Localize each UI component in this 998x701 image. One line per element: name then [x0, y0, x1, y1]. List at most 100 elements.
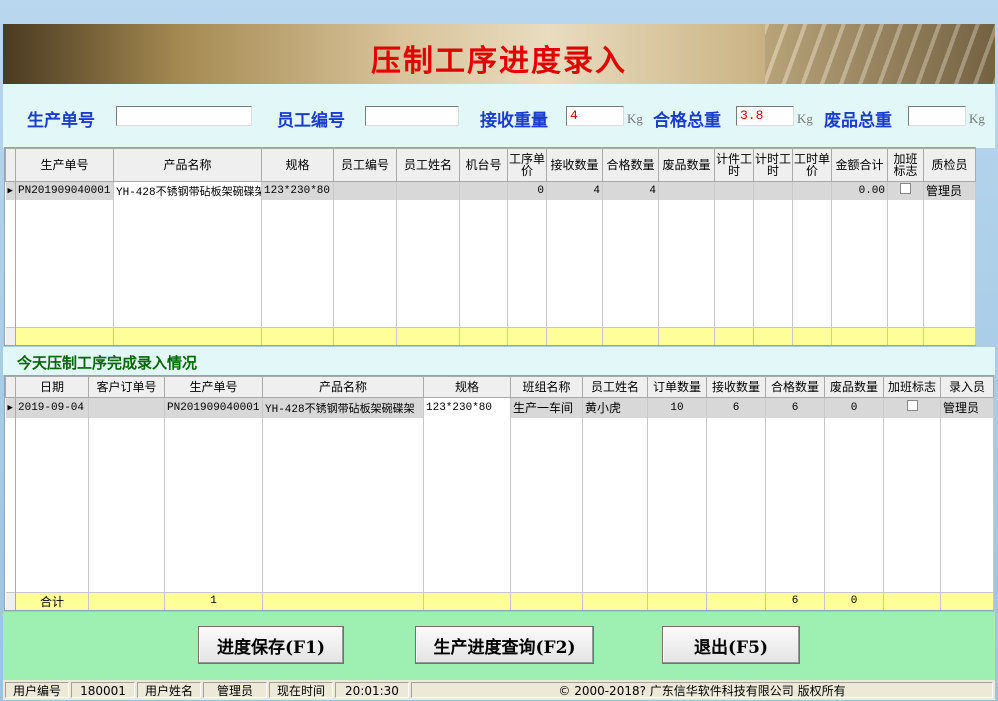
- cell-waste[interactable]: 0: [824, 397, 884, 418]
- col-machine[interactable]: 机台号: [459, 148, 508, 182]
- cell-spec[interactable]: 123*230*80: [423, 397, 511, 418]
- col-piece-hours[interactable]: 计件工时: [714, 148, 754, 182]
- cell-date[interactable]: 2019-09-04: [15, 397, 89, 418]
- corner-header: [5, 376, 16, 398]
- cell-overtime[interactable]: [883, 397, 941, 418]
- cell-overtime[interactable]: [887, 181, 924, 200]
- qualified-weight-input[interactable]: 3.8: [736, 106, 794, 126]
- order-label: 生产单号: [27, 111, 95, 131]
- exit-button[interactable]: 退出(F5): [662, 626, 800, 664]
- progress-entry-grid[interactable]: 生产单号 产品名称 规格 员工编号 员工姓名 机台号 工序单价 接收数量 合格数…: [4, 147, 976, 346]
- qualified-weight-label: 合格总重: [653, 111, 721, 131]
- col-overtime[interactable]: 加班标志: [887, 148, 924, 182]
- waste-weight-input[interactable]: [908, 106, 966, 126]
- cell-piece-hours[interactable]: [714, 181, 754, 200]
- row-pointer-icon: ▶: [5, 181, 16, 200]
- col-qualified[interactable]: 合格数量: [765, 376, 825, 398]
- waste-weight-label: 废品总重: [824, 111, 892, 131]
- col-customer-order[interactable]: 客户订单号: [88, 376, 165, 398]
- cell-product[interactable]: YH-428不锈钢带砧板架碗碟架: [113, 181, 262, 200]
- section-header: 今天压制工序完成录入情况: [3, 347, 995, 375]
- cell-received[interactable]: 4: [546, 181, 603, 200]
- col-overtime[interactable]: 加班标志: [883, 376, 941, 398]
- cell-entered-by[interactable]: 管理员: [940, 397, 994, 418]
- cell-spec[interactable]: 123*230*80: [261, 181, 334, 200]
- copyright: © 2000-2018? 广东信华软件科技有限公司 版权所有: [411, 682, 993, 698]
- col-product[interactable]: 产品名称: [262, 376, 424, 398]
- cell-team[interactable]: 生产一车间: [510, 397, 583, 418]
- corner-header: [5, 148, 16, 182]
- col-emp-name[interactable]: 员工姓名: [582, 376, 648, 398]
- col-order[interactable]: 生产单号: [164, 376, 263, 398]
- total-qualified: 6: [765, 591, 825, 610]
- total-waste: 0: [824, 591, 884, 610]
- entry-form: 生产单号 员工编号 接收重量 4 Kg 合格总重 3.8 Kg 废品总重 Kg: [3, 84, 995, 148]
- cell-order[interactable]: PN201909040001: [164, 397, 263, 418]
- cell-waste[interactable]: [658, 181, 715, 200]
- col-product[interactable]: 产品名称: [113, 148, 262, 182]
- cell-emp-no[interactable]: [333, 181, 397, 200]
- received-weight-unit: Kg: [627, 111, 643, 126]
- col-waste[interactable]: 废品数量: [824, 376, 884, 398]
- title-banner: 压制工序进度录入: [3, 24, 995, 84]
- col-order-qty[interactable]: 订单数量: [647, 376, 707, 398]
- employee-label: 员工编号: [277, 111, 345, 131]
- received-weight-label: 接收重量: [480, 111, 548, 131]
- cell-hour-price[interactable]: [792, 181, 832, 200]
- user-no-label: 用户编号: [5, 682, 69, 698]
- cell-amount[interactable]: 0.00: [831, 181, 888, 200]
- col-waste[interactable]: 废品数量: [658, 148, 715, 182]
- col-emp-no[interactable]: 员工编号: [333, 148, 397, 182]
- today-completed-grid[interactable]: 日期 客户订单号 生产单号 产品名称 规格 班组名称 员工姓名 订单数量 接收数…: [4, 375, 994, 611]
- col-team[interactable]: 班组名称: [510, 376, 583, 398]
- cell-product[interactable]: YH-428不锈钢带砧板架碗碟架: [262, 397, 424, 418]
- col-spec[interactable]: 规格: [423, 376, 511, 398]
- grid1-total-row: [5, 326, 976, 345]
- order-input[interactable]: [116, 106, 252, 126]
- col-date[interactable]: 日期: [15, 376, 89, 398]
- col-qualified[interactable]: 合格数量: [602, 148, 659, 182]
- col-received[interactable]: 接收数量: [546, 148, 603, 182]
- qualified-weight-unit: Kg: [797, 111, 813, 126]
- col-hour-price[interactable]: 工时单价: [792, 148, 832, 182]
- col-entered-by[interactable]: 录入员: [940, 376, 994, 398]
- cell-qualified[interactable]: 6: [765, 397, 825, 418]
- status-bar: 用户编号 180001 用户姓名 管理员 现在时间 20:01:30 © 200…: [3, 680, 995, 700]
- row-pointer-icon: ▶: [5, 397, 16, 418]
- cell-emp-name[interactable]: [396, 181, 460, 200]
- cell-machine[interactable]: [459, 181, 508, 200]
- query-button[interactable]: 生产进度查询(F2): [415, 626, 594, 664]
- col-spec[interactable]: 规格: [261, 148, 334, 182]
- cell-order[interactable]: PN201909040001: [15, 181, 114, 200]
- cell-order-qty[interactable]: 10: [647, 397, 707, 418]
- col-inspector[interactable]: 质检员: [923, 148, 976, 182]
- col-amount[interactable]: 金额合计: [831, 148, 888, 182]
- button-bar: 进度保存(F1) 生产进度查询(F2) 退出(F5): [3, 612, 995, 680]
- cell-received[interactable]: 6: [706, 397, 766, 418]
- col-unit-price[interactable]: 工序单价: [507, 148, 547, 182]
- table-row[interactable]: ▶ PN201909040001 YH-428不锈钢带砧板架碗碟架 123*23…: [5, 181, 976, 200]
- cell-inspector[interactable]: 管理员: [923, 181, 976, 200]
- cell-time-hours[interactable]: [753, 181, 793, 200]
- app-window: 压制工序进度录入 生产单号 员工编号 接收重量 4 Kg 合格总重 3.8 Kg…: [0, 0, 998, 701]
- checkbox-icon[interactable]: [906, 400, 918, 412]
- received-weight-input[interactable]: 4: [566, 106, 624, 126]
- cell-qualified[interactable]: 4: [602, 181, 659, 200]
- employee-input[interactable]: [365, 106, 459, 126]
- section-title: 今天压制工序完成录入情况: [17, 354, 198, 372]
- table-row[interactable]: ▶ 2019-09-04 PN201909040001 YH-428不锈钢带砧板…: [5, 397, 994, 418]
- save-button[interactable]: 进度保存(F1): [198, 626, 344, 664]
- user-no-value: 180001: [71, 682, 135, 698]
- grid2-total-row: 合计 1 6 0: [5, 591, 994, 610]
- cell-unit-price[interactable]: 0: [507, 181, 547, 200]
- grid2-header-row: 日期 客户订单号 生产单号 产品名称 规格 班组名称 员工姓名 订单数量 接收数…: [5, 376, 994, 398]
- total-label: 合计: [15, 591, 89, 610]
- cell-customer-order[interactable]: [88, 397, 165, 418]
- col-time-hours[interactable]: 计时工时: [753, 148, 793, 182]
- waste-weight-unit: Kg: [969, 111, 985, 126]
- col-order[interactable]: 生产单号: [15, 148, 114, 182]
- col-received[interactable]: 接收数量: [706, 376, 766, 398]
- col-emp-name[interactable]: 员工姓名: [396, 148, 460, 182]
- cell-emp-name[interactable]: 黄小虎: [582, 397, 648, 418]
- checkbox-icon[interactable]: [900, 183, 911, 195]
